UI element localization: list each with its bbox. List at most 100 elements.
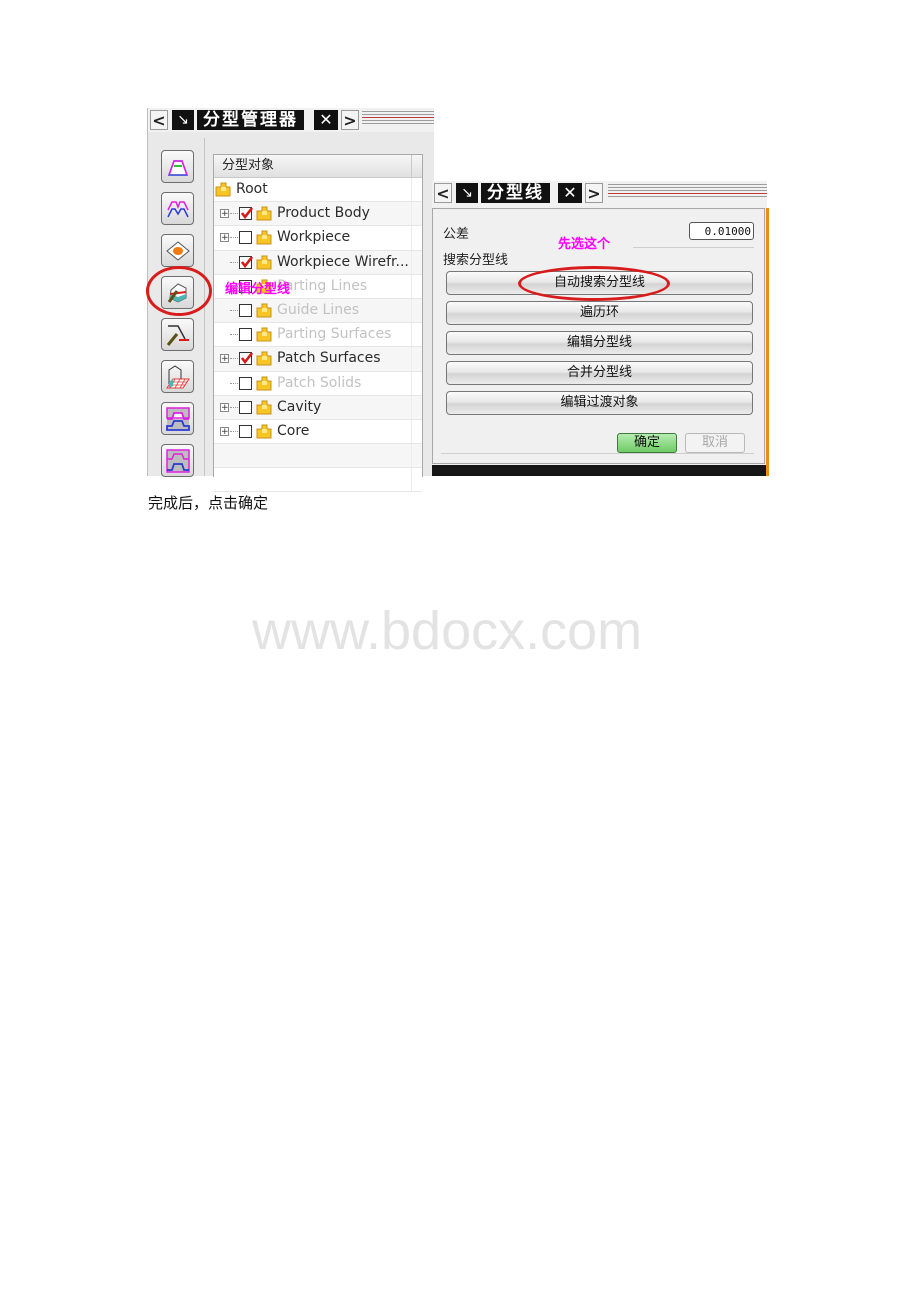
parting-line-panel: < ↘ 分型线 ✕ > 公差 搜索分型线 自动搜索分型线遍历环编辑分型线合并分型… bbox=[432, 181, 769, 476]
visibility-checkbox[interactable] bbox=[239, 231, 252, 245]
tree-row-label: Cavity bbox=[277, 398, 322, 415]
tree-row-col2 bbox=[411, 226, 422, 250]
parting-objects-tree: 分型对象 Root + Product Body + Workpiece Workpiec… bbox=[213, 154, 423, 493]
parting-surface-grid-icon bbox=[166, 365, 190, 389]
tool-define-cavity[interactable] bbox=[161, 402, 194, 435]
visibility-checkbox[interactable] bbox=[239, 207, 253, 221]
tree-row[interactable]: + Cavity bbox=[214, 395, 422, 420]
tree-connector bbox=[230, 334, 238, 336]
visibility-checkbox[interactable] bbox=[239, 424, 252, 438]
folder-icon bbox=[256, 303, 272, 318]
expand-icon[interactable]: + bbox=[220, 209, 229, 219]
tree-row-label: Root bbox=[236, 181, 268, 197]
tree-row[interactable]: Guide Lines bbox=[214, 298, 422, 324]
folder-icon bbox=[256, 230, 272, 245]
tree-row[interactable]: + Product Body bbox=[214, 202, 422, 227]
tolerance-separator bbox=[633, 247, 754, 248]
nav-prev-button[interactable]: < bbox=[434, 183, 452, 203]
highlight-ring-auto-search bbox=[518, 266, 670, 301]
parting-design-icon bbox=[167, 160, 189, 176]
visibility-checkbox[interactable] bbox=[239, 328, 252, 342]
watermark: www.bdocx.com bbox=[252, 601, 643, 661]
tree-row-col2 bbox=[411, 323, 422, 347]
visibility-checkbox[interactable] bbox=[239, 352, 253, 366]
tree-row-col2 bbox=[411, 178, 422, 202]
tree-row-label: Parting Lines bbox=[277, 277, 368, 294]
tool-edit-guide-line[interactable] bbox=[161, 318, 194, 351]
tree-row-label: Workpiece Wirefr... bbox=[277, 253, 409, 270]
folder-icon bbox=[256, 424, 272, 439]
close-button[interactable]: ✕ bbox=[558, 183, 582, 203]
folder-icon bbox=[256, 376, 272, 391]
tree-connector bbox=[230, 237, 238, 239]
visibility-checkbox[interactable] bbox=[239, 303, 252, 317]
folder-icon bbox=[256, 327, 272, 342]
tree-connector bbox=[230, 213, 238, 215]
traverse-loop-button[interactable]: 遍历环 bbox=[446, 301, 753, 325]
expand-icon[interactable]: + bbox=[220, 354, 229, 364]
nav-next-button[interactable]: > bbox=[585, 183, 603, 203]
tree-row-label: Guide Lines bbox=[277, 301, 360, 318]
tree-row[interactable]: + Workpiece bbox=[214, 226, 422, 251]
tree-row-label: Patch Solids bbox=[277, 374, 362, 391]
merge-parting-line-button[interactable]: 合并分型线 bbox=[446, 361, 753, 385]
close-button[interactable]: ✕ bbox=[314, 110, 338, 130]
tree-row[interactable]: Root bbox=[214, 178, 422, 203]
expand-icon[interactable]: + bbox=[220, 426, 229, 436]
tree-row[interactable]: + Core bbox=[214, 419, 422, 445]
highlight-ring-edit-tool bbox=[146, 266, 212, 316]
tree-row[interactable]: Workpiece Wirefr... bbox=[214, 250, 422, 275]
tree-row[interactable]: Parting Surfaces bbox=[214, 323, 422, 348]
annotation-edit-parting-line: 编辑分型线 bbox=[225, 282, 291, 297]
tree-row-col2 bbox=[411, 347, 422, 371]
visibility-checkbox[interactable] bbox=[239, 400, 252, 414]
patch-surface-icon bbox=[166, 241, 190, 261]
tree-row-col2 bbox=[411, 298, 422, 323]
tree-row-col2 bbox=[411, 202, 422, 226]
panel-title: 分型管理器 bbox=[197, 110, 304, 130]
background-window-edge bbox=[766, 208, 769, 476]
expand-icon[interactable]: + bbox=[220, 233, 229, 243]
edit-transition-objects-button[interactable]: 编辑过渡对象 bbox=[446, 391, 753, 415]
edit-parting-line-button[interactable]: 编辑分型线 bbox=[446, 331, 753, 355]
cancel-button[interactable]: 取消 bbox=[685, 433, 745, 453]
tool-region-split[interactable] bbox=[161, 192, 194, 225]
tool-define-core[interactable] bbox=[161, 444, 194, 477]
nav-prev-button[interactable]: < bbox=[150, 110, 168, 130]
tree-connector bbox=[230, 382, 238, 384]
panel-title: 分型线 bbox=[481, 183, 550, 203]
folder-icon bbox=[256, 400, 272, 415]
tree-row-col2 bbox=[411, 274, 422, 298]
tree-row-col2 bbox=[411, 444, 422, 468]
caption-text: 完成后，点击确定 bbox=[148, 494, 269, 512]
pin-icon[interactable]: ↘ bbox=[172, 110, 194, 130]
parting-line-titlebar: < ↘ 分型线 ✕ > bbox=[432, 181, 767, 207]
tree-header-col2[interactable] bbox=[411, 155, 422, 177]
tool-patch-surface[interactable] bbox=[161, 234, 194, 267]
folder-icon bbox=[215, 182, 231, 197]
titlebar-grip bbox=[608, 184, 767, 202]
tree-row-label: Workpiece bbox=[277, 229, 351, 246]
tool-parting-surface[interactable] bbox=[161, 360, 194, 393]
tree-row-label: Product Body bbox=[277, 205, 370, 222]
visibility-checkbox[interactable] bbox=[239, 255, 253, 269]
tree-row-label: Patch Surfaces bbox=[277, 350, 381, 367]
titlebar-grip bbox=[362, 111, 434, 129]
panel-bottom-bar bbox=[432, 465, 767, 476]
tree-row-col2 bbox=[411, 250, 422, 274]
tree-row-empty bbox=[214, 444, 422, 469]
expand-icon[interactable]: + bbox=[220, 402, 229, 412]
tree-row[interactable]: + Patch Surfaces bbox=[214, 347, 422, 372]
visibility-checkbox[interactable] bbox=[239, 376, 252, 390]
tree-row-label: Parting Surfaces bbox=[277, 326, 392, 343]
tree-connector bbox=[230, 406, 238, 408]
nav-next-button[interactable]: > bbox=[341, 110, 359, 130]
search-parting-line-label: 搜索分型线 bbox=[443, 253, 509, 268]
tool-parting-design[interactable] bbox=[161, 150, 194, 183]
tolerance-input[interactable] bbox=[689, 222, 754, 240]
pin-icon[interactable]: ↘ bbox=[456, 183, 478, 203]
tree-connector bbox=[230, 309, 238, 311]
tree-row[interactable]: Patch Solids bbox=[214, 371, 422, 396]
ok-button[interactable]: 确定 bbox=[617, 433, 677, 453]
tree-row-col2 bbox=[411, 468, 422, 492]
